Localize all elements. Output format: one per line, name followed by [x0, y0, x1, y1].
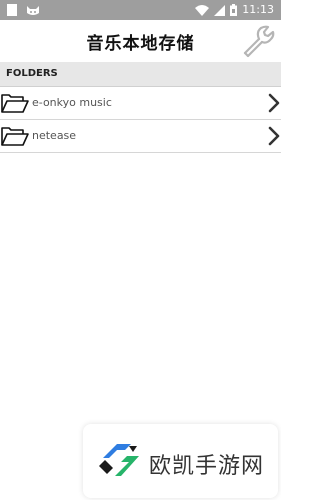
folder-name: e-onkyo music: [32, 96, 112, 109]
signal-icon: [214, 4, 226, 16]
cat-app-icon: [27, 6, 39, 15]
chevron-right-icon: [268, 93, 280, 113]
folder-open-icon: [1, 94, 29, 113]
wifi-icon: [195, 4, 210, 16]
status-time: 11:13: [242, 3, 274, 16]
watermark: 欧凯手游网: [83, 424, 278, 498]
list-item-folder[interactable]: e-onkyo music: [0, 87, 281, 120]
list-item-folder[interactable]: netease: [0, 120, 281, 153]
page-title: 音乐本地存储: [86, 34, 195, 54]
battery-icon: [230, 4, 238, 16]
chevron-right-icon: [268, 126, 280, 146]
status-bar: 11:13: [0, 0, 281, 20]
folder-list: e-onkyo music netease: [0, 87, 281, 153]
watermark-logo-icon: [99, 444, 139, 476]
notification-square-icon: [7, 4, 17, 16]
screen: 11:13 音乐本地存储 FOLDERS e-onkyo music netea…: [0, 0, 281, 500]
section-title: FOLDERS: [6, 68, 58, 79]
watermark-text: 欧凯手游网: [149, 454, 265, 479]
app-header: 音乐本地存储: [0, 20, 281, 62]
folder-open-icon: [1, 127, 29, 146]
status-icons: 11:13: [195, 3, 274, 17]
folders-section-header: FOLDERS: [0, 62, 281, 87]
folder-name: netease: [32, 129, 77, 142]
wrench-icon[interactable]: [241, 24, 275, 58]
